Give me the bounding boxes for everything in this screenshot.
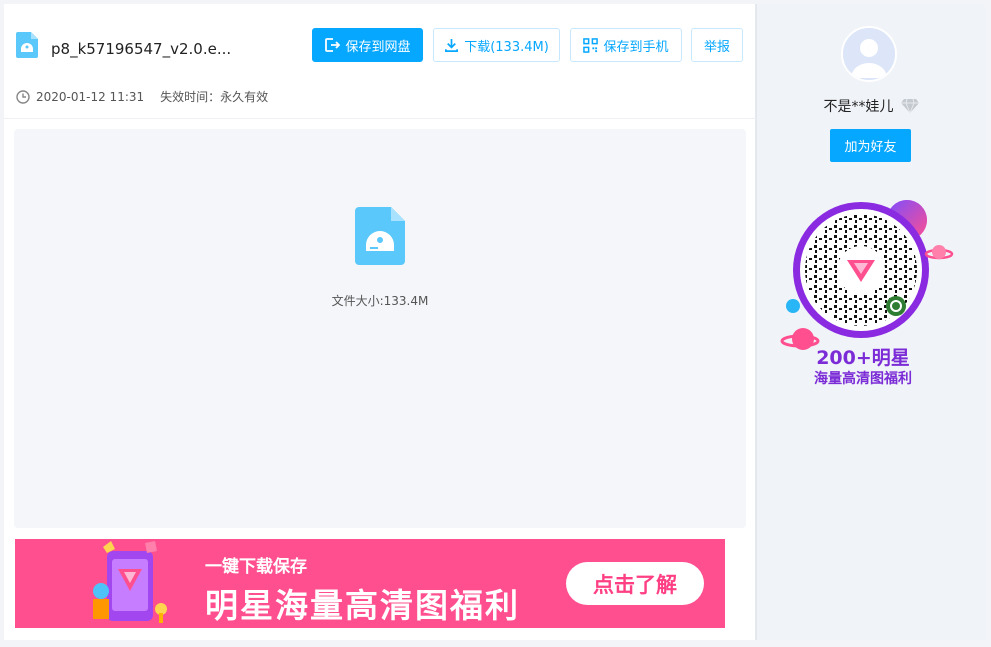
save-to-cloud-label: 保存到网盘 (345, 39, 411, 55)
phone-illustration (93, 541, 167, 623)
promo-line-1: 200+明星 (816, 347, 910, 369)
save-to-phone-button[interactable]: 保存到手机 (570, 28, 682, 62)
upload-date: 2020-01-12 11:31 (36, 89, 145, 104)
expiry-text: 失效时间：永久有效 (160, 90, 269, 104)
file-name: p8_k57196547_v2.0.e... (51, 40, 232, 58)
save-to-cloud-icon (325, 38, 341, 52)
promo-banner[interactable]: 一键下载保存 明星海量高清图福利 点击了解 (15, 539, 725, 628)
file-meta: 2020-01-12 11:31 失效时间：永久有效 (16, 88, 268, 105)
disk-image-file-icon (16, 32, 38, 58)
disk-image-file-icon (355, 207, 405, 265)
file-preview-area: 文件大小:133.4M (14, 129, 746, 528)
default-user-icon (843, 28, 895, 80)
promo-line-2: 海量高清图福利 (814, 371, 912, 387)
save-to-cloud-button[interactable]: 保存到网盘 (312, 28, 423, 62)
download-icon (445, 38, 459, 52)
divider (4, 118, 756, 119)
report-label: 举报 (703, 39, 730, 55)
main-panel: p8_k57196547_v2.0.e... 保存到网盘 下载(133.4M) … (4, 4, 756, 640)
save-to-phone-label: 保存到手机 (603, 39, 669, 55)
clock-icon (16, 89, 30, 104)
qr-code-icon (583, 37, 599, 53)
diamond-icon (900, 98, 919, 114)
download-button[interactable]: 下载(133.4M) (433, 28, 560, 62)
report-button[interactable]: 举报 (691, 28, 743, 62)
banner-subtitle: 一键下载保存 (205, 557, 307, 577)
username: 不是**娃儿 (823, 99, 894, 115)
download-label: 下载(133.4M) (464, 39, 549, 55)
file-size-text: 文件大小:133.4M (331, 294, 429, 308)
sidebar: 不是**娃儿 加为好友 200+明星 海量高清图福利 (756, 4, 985, 640)
banner-title: 明星海量高清图福利 (205, 586, 520, 625)
learn-more-button[interactable]: 点击了解 (566, 562, 704, 605)
add-friend-button[interactable]: 加为好友 (830, 129, 911, 162)
avatar[interactable] (841, 26, 897, 82)
user-info: 不是**娃儿 (757, 96, 986, 116)
